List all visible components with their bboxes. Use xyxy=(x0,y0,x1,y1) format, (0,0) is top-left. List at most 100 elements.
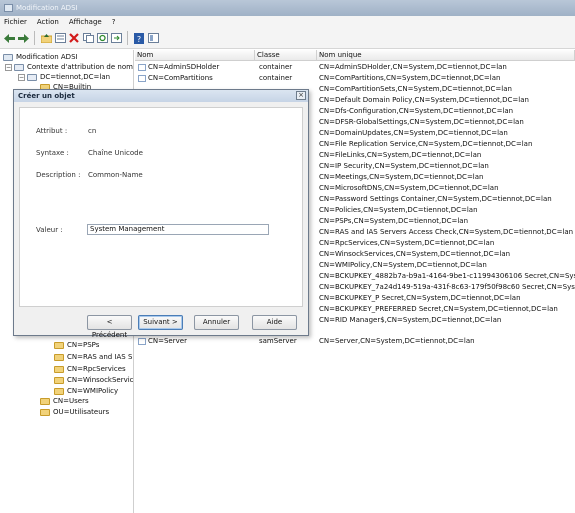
export-icon[interactable] xyxy=(110,32,122,44)
folder-icon xyxy=(54,387,64,395)
folder-icon xyxy=(40,397,50,405)
toolbar-separator xyxy=(127,31,128,45)
toolbar-separator xyxy=(34,31,35,45)
row-dn: CN=MicrosoftDNS,CN=System,DC=tiennot,DC=… xyxy=(319,184,499,192)
row-dn: CN=WMIPolicy,CN=System,DC=tiennot,DC=lan xyxy=(319,261,487,269)
row-dn: CN=File Replication Service,CN=System,DC… xyxy=(319,140,533,148)
menu-action[interactable]: Action xyxy=(37,18,59,26)
row-dn: CN=Dfs-Configuration,CN=System,DC=tienno… xyxy=(319,107,514,115)
tree-item-ras[interactable]: CN=RAS and IAS S xyxy=(54,352,132,362)
row-class: container xyxy=(259,74,293,82)
tree-naming-context[interactable]: − Contexte d'attribution de noms xyxy=(5,62,134,72)
row-dn: CN=Server,CN=System,DC=tiennot,DC=lan xyxy=(319,337,475,345)
tree-item-label: CN=RpcServices xyxy=(67,365,126,373)
refresh-icon[interactable] xyxy=(96,32,108,44)
tree-item-label: CN=WMIPolicy xyxy=(67,387,119,395)
row-dn: CN=WinsockServices,CN=System,DC=tiennot,… xyxy=(319,250,511,258)
row-dn: CN=BCKUPKEY_PREFERRED Secret,CN=System,D… xyxy=(319,305,558,313)
row-dn: CN=Policies,CN=System,DC=tiennot,DC=lan xyxy=(319,206,478,214)
folder-icon xyxy=(54,341,64,349)
column-header-class[interactable]: Classe xyxy=(255,50,317,61)
value-input[interactable]: System Management xyxy=(87,224,269,235)
cancel-button[interactable]: Annuler xyxy=(194,315,239,330)
tree-item-ou-utilisateurs[interactable]: OU=Utilisateurs xyxy=(40,407,109,417)
tree-item-label: CN=RAS and IAS S xyxy=(67,353,133,361)
tree-root[interactable]: Modification ADSI xyxy=(3,52,78,62)
delete-icon[interactable] xyxy=(68,32,80,44)
tree-naming-context-label: Contexte d'attribution de noms xyxy=(27,63,134,71)
syntax-label: Syntaxe : xyxy=(36,149,69,157)
row-name: CN=ComPartitions xyxy=(148,74,213,82)
tree-item-label: CN=Users xyxy=(53,397,89,405)
row-dn: CN=ComPartitions,CN=System,DC=tiennot,DC… xyxy=(319,74,501,82)
domain-icon xyxy=(27,73,37,81)
container-icon xyxy=(138,75,146,82)
row-name: CN=AdminSDHolder xyxy=(148,63,220,71)
window-title: Modification ADSI xyxy=(16,4,78,12)
row-dn: CN=PSPs,CN=System,DC=tiennot,DC=lan xyxy=(319,217,469,225)
row-dn: CN=ComPartitionSets,CN=System,DC=tiennot… xyxy=(319,85,512,93)
column-header-dn[interactable]: Nom unique xyxy=(317,50,575,61)
tree-domain-label: DC=tiennot,DC=lan xyxy=(40,73,111,81)
tree-item-label: OU=Utilisateurs xyxy=(53,408,110,416)
row-dn: CN=DFSR-GlobalSettings,CN=System,DC=tien… xyxy=(319,118,524,126)
menu-bar: Fichier Action Affichage ? xyxy=(0,16,575,28)
previous-button[interactable]: < Précédent xyxy=(87,315,132,339)
row-class: container xyxy=(259,63,293,71)
toolbar: ? xyxy=(0,28,575,49)
row-class: samServer xyxy=(259,337,297,345)
folder-icon xyxy=(54,365,64,373)
up-folder-icon[interactable] xyxy=(40,32,52,44)
row-dn: CN=DomainUpdates,CN=System,DC=tiennot,DC… xyxy=(319,129,508,137)
help-button[interactable]: Aide xyxy=(252,315,297,330)
menu-affichage[interactable]: Affichage xyxy=(69,18,102,26)
forward-icon[interactable] xyxy=(17,32,29,44)
column-header-name[interactable]: Nom xyxy=(135,50,255,61)
menu-help[interactable]: ? xyxy=(112,18,116,26)
tree-root-label: Modification ADSI xyxy=(16,53,78,61)
row-dn: CN=Password Settings Container,CN=System… xyxy=(319,195,552,203)
description-value: Common-Name xyxy=(88,171,143,179)
help-icon[interactable]: ? xyxy=(133,32,145,44)
dialog-panel: Attribut : cn Syntaxe : Chaîne Unicode D… xyxy=(19,107,303,307)
tree-item-label: CN=PSPs xyxy=(67,341,100,349)
svg-text:?: ? xyxy=(137,35,141,44)
syntax-value: Chaîne Unicode xyxy=(88,149,143,157)
row-dn: CN=Default Domain Policy,CN=System,DC=ti… xyxy=(319,96,529,104)
tree-item-winsock[interactable]: CN=WinsockServic xyxy=(54,375,134,385)
list-row[interactable]: CN=ComPartitions container CN=ComPartiti… xyxy=(135,73,575,84)
tree-item-label: CN=WinsockServic xyxy=(67,376,134,384)
collapse-icon[interactable]: − xyxy=(18,73,25,81)
list-header: Nom Classe Nom unique xyxy=(135,50,575,61)
row-dn: CN=BCKUPKEY_P Secret,CN=System,DC=tienno… xyxy=(319,294,521,302)
row-dn: CN=AdminSDHolder,CN=System,DC=tiennot,DC… xyxy=(319,63,507,71)
attribute-label: Attribut : xyxy=(36,127,68,135)
dialog-title: Créer un objet xyxy=(18,92,75,100)
description-label: Description : xyxy=(36,171,81,179)
row-name: CN=Server xyxy=(148,337,187,345)
row-dn: CN=Meetings,CN=System,DC=tiennot,DC=lan xyxy=(319,173,484,181)
close-icon[interactable]: × xyxy=(296,91,306,100)
tree-item-wmipolicy[interactable]: CN=WMIPolicy xyxy=(54,386,118,396)
properties-icon[interactable] xyxy=(54,32,66,44)
list-row[interactable]: CN=Server samServer CN=Server,CN=System,… xyxy=(135,336,575,347)
adsi-root-icon xyxy=(3,53,13,61)
attribute-value: cn xyxy=(88,127,97,135)
collapse-icon[interactable]: − xyxy=(5,63,12,71)
view-icon[interactable] xyxy=(147,32,159,44)
row-dn: CN=BCKUPKEY_7a24d149-519a-431f-8c63-179f… xyxy=(319,283,575,291)
create-object-dialog: Créer un objet × Attribut : cn Syntaxe :… xyxy=(13,89,309,339)
next-button[interactable]: Suivant > xyxy=(138,315,183,330)
copy-icon[interactable] xyxy=(82,32,94,44)
window-title-bar: Modification ADSI xyxy=(0,0,575,16)
list-row[interactable]: CN=AdminSDHolder container CN=AdminSDHol… xyxy=(135,62,575,73)
container-icon xyxy=(138,64,146,71)
row-dn: CN=RID Manager$,CN=System,DC=tiennot,DC=… xyxy=(319,316,502,324)
tree-item-rpcservices[interactable]: CN=RpcServices xyxy=(54,364,126,374)
tree-item-users[interactable]: CN=Users xyxy=(40,396,89,406)
app-icon xyxy=(4,4,13,12)
menu-fichier[interactable]: Fichier xyxy=(4,18,27,26)
back-icon[interactable] xyxy=(3,32,15,44)
folder-icon xyxy=(40,408,50,416)
tree-domain[interactable]: − DC=tiennot,DC=lan xyxy=(18,72,110,82)
